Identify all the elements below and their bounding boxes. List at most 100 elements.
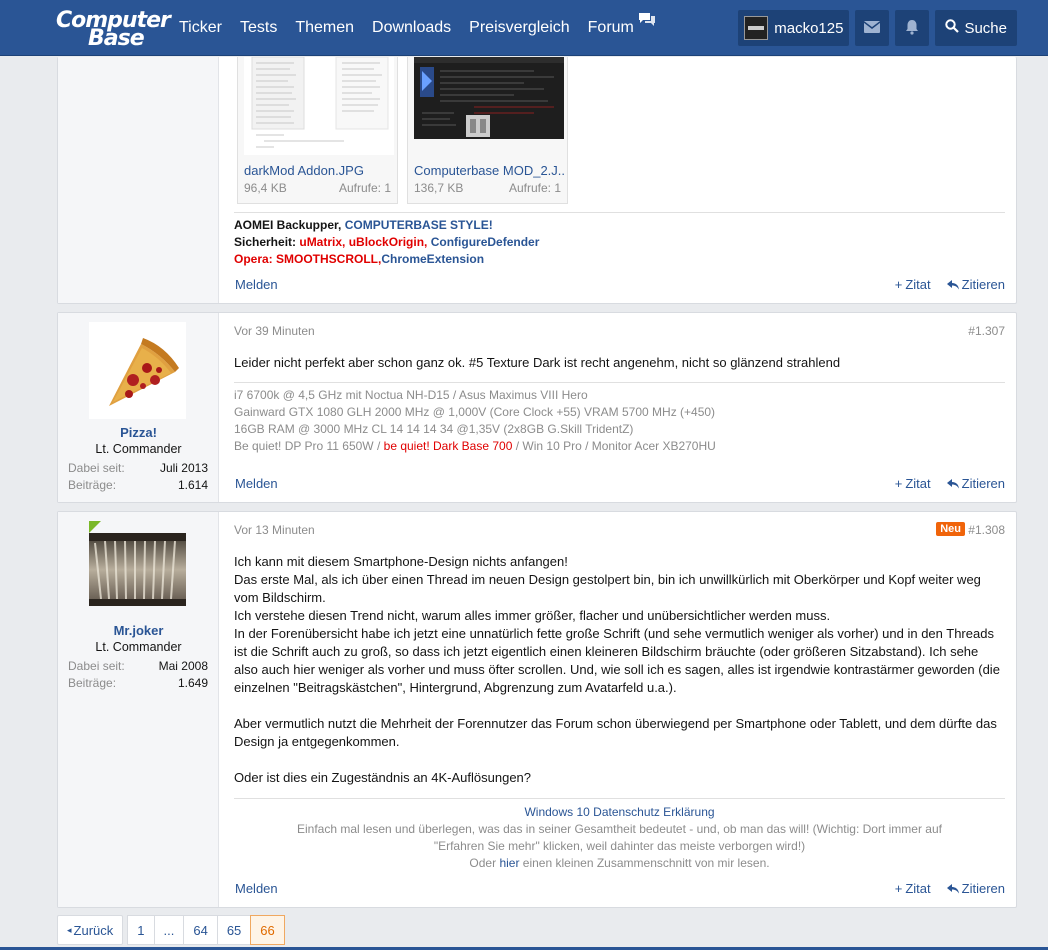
post-number[interactable]: #1.307 [968, 324, 1005, 338]
plus-icon: + [894, 277, 903, 292]
nav-themen[interactable]: Themen [286, 0, 363, 56]
attachment-thumbnail [244, 56, 394, 155]
computerbase-logo[interactable]: Computer Base [56, 6, 171, 51]
user-avatar-mrjoker[interactable] [89, 533, 186, 606]
post-number[interactable]: #1.308 [968, 523, 1005, 537]
post-meta: Vor 39 Minuten #1.307 [234, 324, 1005, 340]
username-link[interactable]: Mr.joker [58, 623, 219, 638]
sig-os-monitor: / Win 10 Pro / Monitor Acer XB270HU [512, 439, 716, 453]
chevron-left-icon: ◂ [67, 924, 72, 935]
signature-line-4: Be quiet! DP Pro 11 650W / be quiet! Dar… [234, 438, 1005, 455]
forum-post-1307: Pizza! Lt. Commander Dabei seit: Juli 20… [57, 312, 1017, 503]
online-indicator [89, 521, 101, 533]
signature-last-line: Oder hier einen kleinen Zusammenschnitt … [234, 855, 1005, 872]
user-avatar-pizza[interactable] [89, 322, 186, 419]
sig-link-windows10[interactable]: Windows 10 Datenschutz Erklärung [234, 804, 1005, 821]
prev-page-button[interactable]: ◂ Zurück [57, 915, 124, 945]
user-menu-button[interactable]: macko125 [738, 10, 850, 46]
post-paragraph-2: Das erste Mal, als ich über einen Thread… [234, 572, 981, 605]
sig-security-label: Sicherheit: [234, 235, 300, 249]
page-ellipsis[interactable]: ... [153, 915, 185, 945]
post-signature: i7 6700k @ 4,5 GHz mit Noctua NH-D15 / A… [234, 382, 1005, 455]
posts-label: Beiträge: [68, 676, 117, 690]
sig-link-chromeextension[interactable]: ChromeExtension [381, 252, 484, 266]
post-paragraph-1: Ich kann mit diesem Smartphone-Design ni… [234, 554, 568, 569]
posts-label: Beiträge: [68, 478, 117, 492]
reply-quote-button[interactable]: Zitieren [946, 277, 1005, 292]
report-link[interactable]: Melden [235, 476, 278, 491]
reply-quote-button[interactable]: Zitieren [946, 881, 1005, 896]
header-user-area: macko125 Suche [738, 10, 1017, 46]
sig-link-opera-smoothscroll[interactable]: Opera: SMOOTHSCROLL, [234, 252, 381, 266]
signature-line-3: Opera: SMOOTHSCROLL,ChromeExtension [234, 251, 1005, 268]
attachment-darkmod-addon[interactable]: darkMod Addon.JPG 96,4 KB Aufrufe: 1 [237, 56, 398, 204]
multiquote-button[interactable]: + Zitat [895, 476, 931, 491]
reply-quote-label: Zitieren [961, 476, 1005, 491]
chat-bubbles-icon [638, 12, 656, 33]
reply-quote-button[interactable]: Zitieren [946, 476, 1005, 491]
sig-link-hier[interactable]: hier [499, 856, 519, 870]
post-paragraph-5: Aber vermutlich nutzt die Mehrheit der F… [234, 716, 997, 749]
envelope-icon [864, 20, 881, 36]
nav-forum[interactable]: Forum [579, 0, 665, 56]
report-link[interactable]: Melden [235, 881, 278, 896]
page-link-65[interactable]: 65 [216, 915, 252, 945]
post-content: darkMod Addon.JPG 96,4 KB Aufrufe: 1 Com… [219, 56, 1016, 303]
post-timestamp[interactable]: Vor 13 Minuten [234, 523, 315, 537]
nav-tests[interactable]: Tests [231, 0, 286, 56]
multiquote-label: Zitat [905, 881, 931, 896]
plus-icon: + [894, 476, 903, 491]
user-post-count: Beiträge: 1.614 [68, 478, 208, 494]
user-post-count: Beiträge: 1.649 [68, 676, 208, 692]
username-link[interactable]: Pizza! [58, 425, 219, 440]
nav-downloads[interactable]: Downloads [363, 0, 460, 56]
sig-or: Oder [469, 856, 500, 870]
post-signature: Windows 10 Datenschutz Erklärung Einfach… [234, 798, 1005, 872]
signature-text: Einfach mal lesen und überlegen, was das… [297, 822, 942, 853]
page-current-66: 66 [250, 915, 285, 945]
post-user-panel: Pizza! Lt. Commander Dabei seit: Juli 20… [58, 313, 219, 502]
sig-summary: einen kleinen Zusammenschnitt von mir le… [519, 856, 770, 870]
post-content: Vor 13 Minuten Neu #1.308 Ich kann mit d… [219, 512, 1016, 907]
attachment-views: Aufrufe: 1 [338, 181, 391, 195]
multiquote-button[interactable]: + Zitat [895, 277, 931, 292]
plus-icon: + [894, 881, 903, 896]
sig-link-computerbase-style[interactable]: COMPUTERBASE STYLE! [345, 218, 493, 232]
post-timestamp[interactable]: Vor 39 Minuten [234, 324, 315, 338]
joined-value: Juli 2013 [159, 461, 208, 475]
attachment-filesize: 96,4 KB [244, 181, 287, 195]
post-content: Vor 39 Minuten #1.307 Leider nicht perfe… [219, 313, 1016, 502]
sig-link-darkbase[interactable]: be quiet! Dark Base 700 [384, 439, 513, 453]
user-avatar [744, 16, 769, 40]
report-link[interactable]: Melden [235, 277, 278, 292]
posts-value: 1.649 [177, 676, 208, 690]
joined-label: Dabei seit: [68, 659, 125, 673]
attachment-filesize: 136,7 KB [414, 181, 464, 195]
forum-post-1306: darkMod Addon.JPG 96,4 KB Aufrufe: 1 Com… [57, 56, 1017, 304]
nav-preisvergleich[interactable]: Preisvergleich [460, 0, 578, 56]
page-link-1[interactable]: 1 [127, 915, 155, 945]
sig-link-configuredefender[interactable]: ConfigureDefender [431, 235, 540, 249]
page-link-64[interactable]: 64 [183, 915, 218, 945]
alerts-button[interactable] [895, 10, 930, 46]
attachment-computerbase-mod[interactable]: Computerbase MOD_2.J... 136,7 KB Aufrufe… [407, 57, 568, 204]
messages-button[interactable] [855, 10, 890, 46]
post-action-buttons: + Zitat Zitieren [895, 277, 1005, 292]
search-button[interactable]: Suche [935, 10, 1017, 46]
sig-aomei: AOMEI Backupper, [234, 218, 345, 232]
nav-ticker[interactable]: Ticker [170, 0, 231, 56]
sig-link-umatrix[interactable]: uMatrix, uBlockOrigin, [299, 235, 430, 249]
attachment-filename[interactable]: Computerbase MOD_2.J... [414, 163, 564, 178]
post-meta: Vor 13 Minuten Neu #1.308 [234, 522, 1005, 539]
multiquote-label: Zitat [905, 277, 931, 292]
post-actions: Melden + Zitat Zitieren [234, 476, 1005, 494]
joined-label: Dabei seit: [68, 461, 125, 475]
search-label: Suche [964, 19, 1007, 37]
reply-arrow-icon [946, 883, 959, 894]
signature-line-2: Sicherheit: uMatrix, uBlockOrigin, Confi… [234, 234, 1005, 251]
joined-value: Mai 2008 [158, 659, 208, 673]
attachment-filename[interactable]: darkMod Addon.JPG [244, 163, 394, 178]
reply-arrow-icon [946, 478, 959, 489]
multiquote-button[interactable]: + Zitat [895, 881, 931, 896]
